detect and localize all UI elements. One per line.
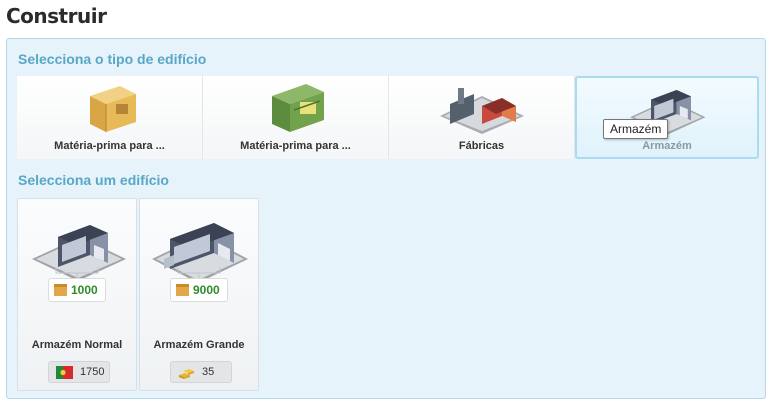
category-label: Armazém: [642, 140, 692, 152]
building-name: Armazém Grande: [153, 339, 245, 351]
category-label: Matéria-prima para ...: [54, 140, 165, 152]
page-title: Construir: [6, 4, 107, 28]
box-icon: [176, 284, 189, 296]
factory-icon: [439, 88, 524, 134]
portugal-flag-icon: [56, 366, 73, 379]
category-raw-materials-1[interactable]: Matéria-prima para ...: [17, 76, 203, 159]
category-label: Fábricas: [458, 140, 505, 152]
building-card-armazem-normal[interactable]: 1000 Armazém Normal 1750: [17, 198, 137, 391]
cost-badge: 35: [170, 361, 232, 383]
category-label: Matéria-prima para ...: [240, 140, 351, 152]
section-title-building: Selecciona um edifício: [18, 172, 169, 188]
category-tabs: Matéria-prima para ... Matéria-prima par…: [17, 76, 759, 159]
tooltip: Armazém: [603, 119, 669, 139]
cardboard-box-icon: [89, 86, 136, 132]
capacity-badge: 1000: [48, 278, 106, 302]
gold-bars-icon: [179, 369, 194, 379]
cost-value: 1750: [80, 366, 105, 378]
green-crate-icon: [271, 84, 324, 132]
capacity-value: 9000: [193, 283, 220, 297]
box-icon: [54, 284, 67, 296]
build-panel: Selecciona o tipo de edifício Matéria-pr…: [6, 38, 766, 399]
capacity-value: 1000: [71, 283, 98, 297]
building-name: Armazém Normal: [31, 339, 123, 351]
category-raw-materials-2[interactable]: Matéria-prima para ...: [203, 76, 389, 159]
section-title-building-type: Selecciona o tipo de edifício: [18, 51, 207, 67]
cost-value: 35: [202, 366, 215, 378]
building-card-armazem-grande[interactable]: 9000 Armazém Grande 35: [139, 198, 259, 391]
category-factories[interactable]: Fábricas: [389, 76, 575, 159]
category-warehouse[interactable]: Armazém: [575, 76, 759, 159]
capacity-badge: 9000: [170, 278, 228, 302]
cost-badge: 1750: [48, 361, 110, 383]
